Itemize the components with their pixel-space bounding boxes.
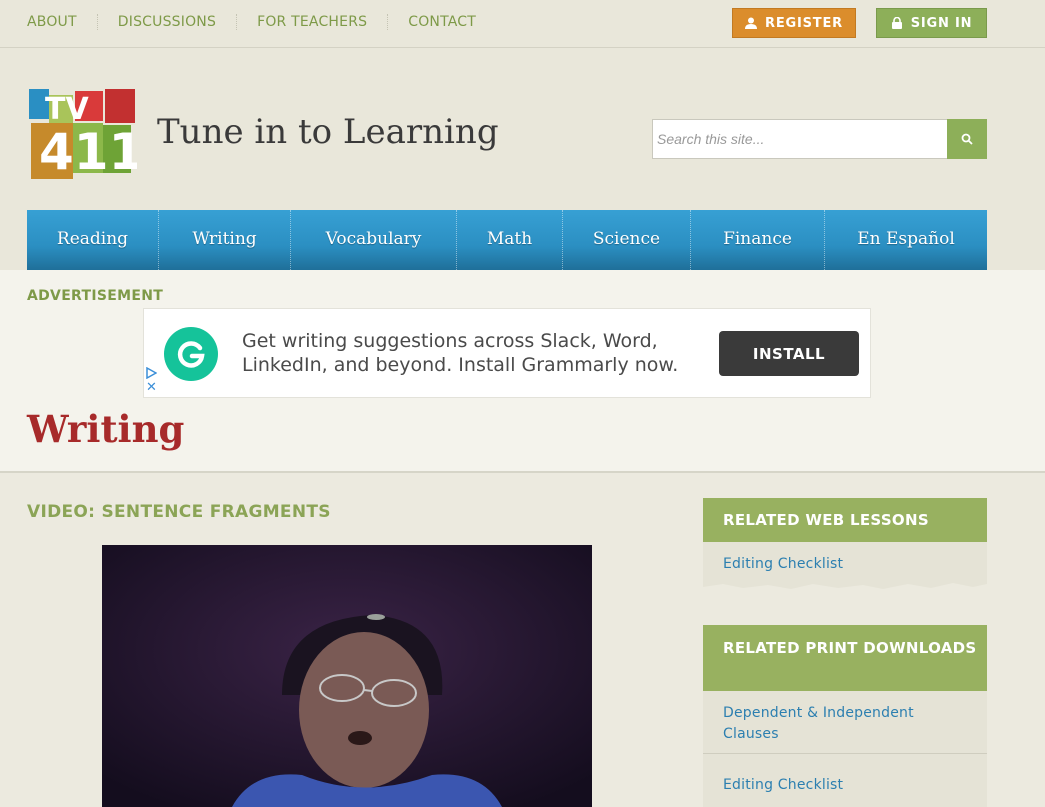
topbar-divider [0,47,1045,48]
advertisement-banner[interactable]: Get writing suggestions across Slack, Wo… [143,308,871,398]
search-input[interactable] [652,119,947,159]
nav-item-vocabulary[interactable]: Vocabulary [291,210,457,270]
related-web-lessons-list: Editing Checklist [703,542,987,582]
sign-in-label: SIGN IN [910,15,973,31]
toplink-contact[interactable]: CONTACT [408,14,496,30]
nav-item-science[interactable]: Science [563,210,691,270]
video-heading: VIDEO: SENTENCE FRAGMENTS [27,502,331,522]
site-title: Tune in to Learning [157,112,499,152]
video-player[interactable] [102,545,592,807]
search-icon [961,133,973,145]
sign-in-button[interactable]: SIGN IN [876,8,987,38]
ad-choices-icon[interactable] [145,367,157,379]
register-button[interactable]: REGISTER [732,8,856,38]
advertisement-label: ADVERTISEMENT [27,288,164,304]
torn-edge [703,580,987,589]
web-lesson-link-editing-checklist[interactable]: Editing Checklist [723,554,987,575]
svg-text:411: 411 [39,123,137,181]
page-title: Writing [27,407,185,451]
utility-nav: ABOUT DISCUSSIONS FOR TEACHERS CONTACT [27,14,516,30]
nav-item-reading[interactable]: Reading [27,210,159,270]
print-download-link-dependent-independent-clauses[interactable]: Dependent & Independent Clauses [723,703,933,745]
ad-close-icon[interactable]: ✕ [146,381,157,395]
user-icon [745,17,758,29]
ad-text: Get writing suggestions across Slack, Wo… [242,330,679,376]
related-print-downloads-list: Dependent & Independent Clauses Editing … [703,691,987,807]
sidebar-item-divider [703,753,987,754]
main-nav: Reading Writing Vocabulary Math Science … [27,210,987,270]
video-frame [102,545,592,807]
grammarly-logo-icon [164,327,218,381]
install-button[interactable]: INSTALL [719,331,859,376]
related-print-downloads-heading: RELATED PRINT DOWNLOADS [703,625,987,691]
search-button[interactable] [947,119,987,159]
nav-item-math[interactable]: Math [457,210,563,270]
toplink-discussions[interactable]: DISCUSSIONS [118,14,238,30]
nav-item-finance[interactable]: Finance [691,210,825,270]
lock-icon [891,17,902,29]
register-label: REGISTER [765,15,843,31]
nav-item-writing[interactable]: Writing [159,210,291,270]
svg-text:TV: TV [45,92,89,127]
nav-item-en-espanol[interactable]: En Español [825,210,987,270]
print-download-link-editing-checklist[interactable]: Editing Checklist [723,775,987,796]
site-search [652,119,987,159]
toplink-about[interactable]: ABOUT [27,14,98,30]
tv411-logo[interactable]: 411 TV [27,87,137,182]
toplink-for-teachers[interactable]: FOR TEACHERS [257,14,389,30]
related-web-lessons-heading: RELATED WEB LESSONS [703,498,987,542]
